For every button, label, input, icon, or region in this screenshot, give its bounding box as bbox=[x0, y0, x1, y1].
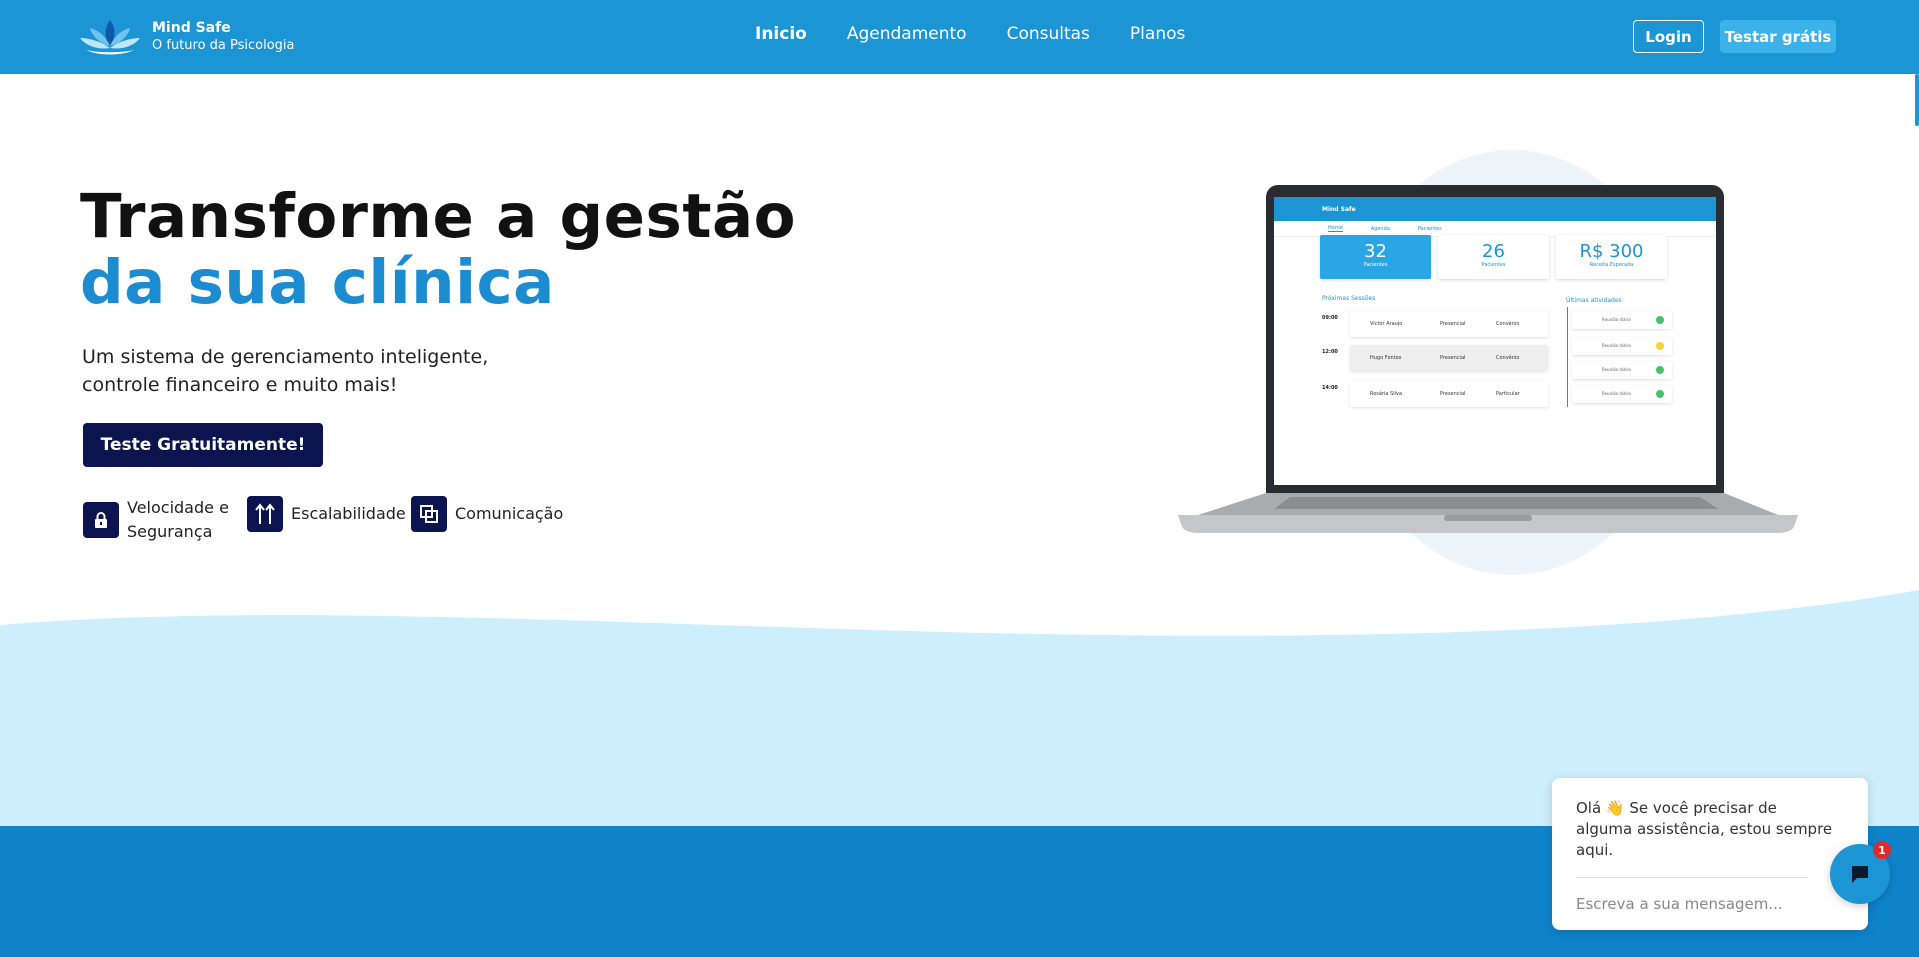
try-free-button[interactable]: Teste Gratuitamente! bbox=[83, 423, 323, 467]
mockup-session-time: 12:00 bbox=[1322, 349, 1338, 355]
laptop-base bbox=[1178, 493, 1798, 533]
mockup-session-time: 09:00 bbox=[1322, 315, 1338, 321]
hero-subtitle-line1: Um sistema de gerenciamento inteligente, bbox=[82, 346, 489, 368]
mockup-header: Mind Safe bbox=[1274, 197, 1716, 221]
mockup-timeline bbox=[1567, 307, 1568, 407]
feature-label: Escalabilidade bbox=[291, 504, 406, 523]
mockup-session-row: 14:00 Rosária Silva Presencial Particula… bbox=[1322, 381, 1552, 409]
logo[interactable]: Mind Safe O futuro da Psicologia bbox=[78, 18, 295, 56]
lotus-logo-icon bbox=[80, 20, 140, 55]
chat-message-input[interactable] bbox=[1576, 891, 1836, 917]
mockup-activity-label: Reunião diária bbox=[1602, 391, 1631, 396]
mockup-activity: Reunião diária bbox=[1572, 337, 1672, 355]
chat-greeting: Olá 👋 Se você precisar de alguma assistê… bbox=[1576, 799, 1833, 859]
mockup-card-value: 32 bbox=[1364, 241, 1387, 262]
laptop-mockup: Mind Safe Home Agenda Pacientes 32 Pacie… bbox=[1178, 185, 1798, 555]
hero-subtitle: Um sistema de gerenciamento inteligente,… bbox=[82, 343, 502, 399]
brand-name: Mind Safe bbox=[152, 20, 231, 36]
mockup-activity: Reunião diária bbox=[1572, 311, 1672, 329]
chat-bubble-icon bbox=[1852, 866, 1868, 883]
top-navbar: Mind Safe O futuro da Psicologia Inicio … bbox=[0, 0, 1919, 74]
mockup-card-caption: Pacientes bbox=[1363, 262, 1388, 268]
arrows-up-icon bbox=[247, 496, 283, 532]
nav-planos[interactable]: Planos bbox=[1130, 24, 1185, 44]
mockup-activity-label: Reunião diária bbox=[1602, 367, 1631, 372]
brand-tagline: O futuro da Psicologia bbox=[152, 38, 295, 53]
nav-consultas[interactable]: Consultas bbox=[1007, 24, 1090, 44]
mockup-card-caption: Pacientes bbox=[1481, 262, 1506, 268]
mockup-card-value: R$ 300 bbox=[1579, 241, 1644, 262]
mockup-activity-label: Reunião diária bbox=[1602, 343, 1631, 348]
mockup-session-payment: Convênio bbox=[1496, 355, 1520, 361]
mockup-activity-title: Últimas atividades bbox=[1566, 297, 1622, 304]
hero-title: Transforme a gestão da sua clínica bbox=[80, 184, 796, 316]
mockup-brand: Mind Safe bbox=[1322, 205, 1356, 213]
free-trial-button[interactable]: Testar grátis bbox=[1720, 20, 1836, 53]
mockup-session-name: Hugo Fontes bbox=[1370, 355, 1402, 361]
mockup-activity: Reunião diária bbox=[1572, 385, 1672, 403]
mockup-session-payment: Convênio bbox=[1496, 321, 1520, 327]
feature-scalability: Escalabilidade bbox=[247, 496, 406, 532]
mockup-tab: Agenda bbox=[1370, 225, 1390, 232]
mockup-session-name: Victor Araujo bbox=[1370, 321, 1403, 327]
mockup-session-mode: Presencial bbox=[1440, 321, 1466, 327]
nav-agendamento[interactable]: Agendamento bbox=[847, 24, 967, 44]
hero-title-line2: da sua clínica bbox=[80, 247, 555, 318]
mockup-activity: Reunião diária bbox=[1572, 361, 1672, 379]
feature-label: Segurança bbox=[127, 522, 213, 541]
mockup-card-value: 26 bbox=[1482, 241, 1505, 262]
chat-popup: Olá 👋 Se você precisar de alguma assistê… bbox=[1552, 778, 1868, 930]
mockup-tab: Pacientes bbox=[1417, 225, 1442, 232]
chat-divider bbox=[1576, 877, 1808, 878]
feature-label: Comunicação bbox=[455, 504, 564, 523]
feature-speed-security: Velocidade e Segurança bbox=[83, 496, 229, 544]
mockup-sessions-title: Próximas Sessões bbox=[1322, 295, 1376, 302]
laptop-screen: Mind Safe Home Agenda Pacientes 32 Pacie… bbox=[1274, 197, 1716, 485]
main-nav: Inicio Agendamento Consultas Planos bbox=[755, 24, 1185, 44]
mockup-card: R$ 300 Receita Esperada bbox=[1556, 235, 1667, 279]
mockup-card: 32 Pacientes bbox=[1320, 235, 1431, 279]
hero-subtitle-line2: controle financeiro e muito mais! bbox=[82, 374, 398, 396]
mockup-session-name: Rosária Silva bbox=[1370, 391, 1403, 397]
overlap-squares-icon bbox=[411, 496, 447, 532]
mockup-session-mode: Presencial bbox=[1440, 391, 1466, 397]
nav-inicio[interactable]: Inicio bbox=[755, 24, 807, 44]
lock-icon bbox=[83, 502, 119, 538]
mockup-card-caption: Receita Esperada bbox=[1589, 262, 1634, 268]
mockup-activity-label: Reunião diária bbox=[1602, 317, 1631, 322]
scrollbar[interactable] bbox=[1915, 74, 1919, 126]
mockup-session-row: 09:00 Victor Araujo Presencial Convênio bbox=[1322, 311, 1552, 339]
mockup-stat-cards: 32 Pacientes 26 Pacientes R$ 300 Receita… bbox=[1320, 235, 1667, 279]
mockup-tab: Home bbox=[1328, 225, 1343, 232]
mockup-session-row: 12:00 Hugo Fontes Presencial Convênio bbox=[1322, 345, 1552, 373]
chat-notification-badge: 1 bbox=[1873, 841, 1891, 859]
mockup-session-time: 14:00 bbox=[1322, 385, 1338, 391]
mockup-session-mode: Presencial bbox=[1440, 355, 1466, 361]
mockup-card: 26 Pacientes bbox=[1438, 235, 1549, 279]
feature-communication: Comunicação bbox=[411, 496, 563, 532]
feature-label: Velocidade e bbox=[127, 498, 229, 517]
hero-title-line1: Transforme a gestão bbox=[80, 181, 797, 252]
login-button[interactable]: Login bbox=[1633, 20, 1704, 53]
mockup-session-payment: Particular bbox=[1496, 391, 1520, 397]
